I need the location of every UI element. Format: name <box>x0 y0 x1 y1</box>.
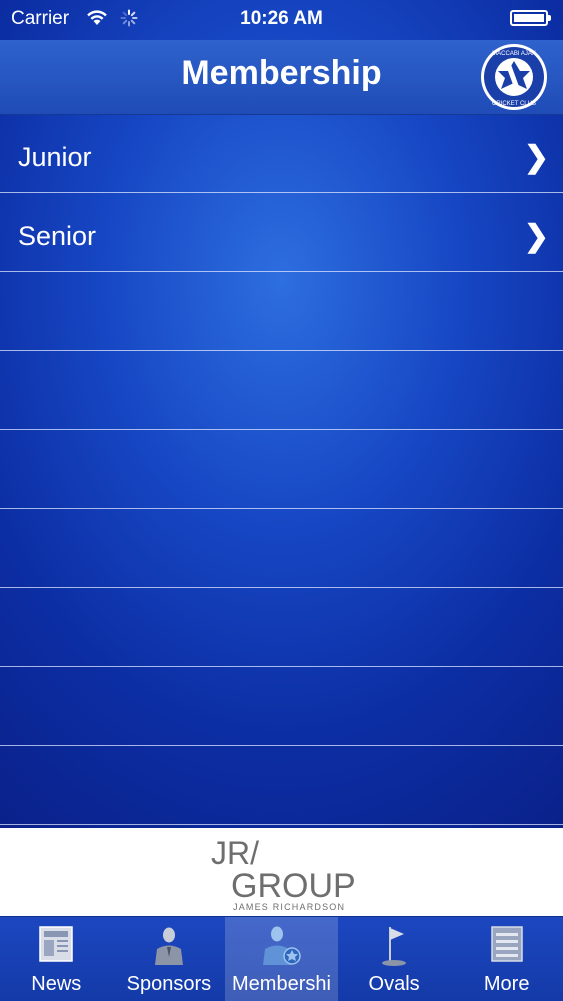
list-item-label: Senior <box>18 221 97 251</box>
chevron-right-icon: ❯ <box>523 141 549 174</box>
battery-icon <box>510 10 551 26</box>
crest-text-bottom: CRICKET CLUB <box>492 101 536 107</box>
clock: 10:26 AM <box>240 8 323 29</box>
club-crest-icon[interactable]: MACCABI AJAX CRICKET CLUB <box>480 43 548 111</box>
membership-screen: Carrier 10:26 AM Membership MACCABI AJAX… <box>0 0 563 1001</box>
tab-bar: News Sponsors Membershi Ovals More <box>0 916 563 1001</box>
sponsor-line2: GROUP <box>231 867 355 905</box>
status-bar: Carrier 10:26 AM <box>0 0 563 40</box>
sponsor-line1: JR/ <box>211 835 259 871</box>
tab-label: Membershi <box>232 973 331 995</box>
sponsor-line3: JAMES RICHARDSON <box>233 902 345 912</box>
empty-row <box>0 272 563 351</box>
list-icon <box>490 926 523 962</box>
list-item-junior[interactable]: Junior ❯ <box>0 114 563 193</box>
chevron-right-icon: ❯ <box>523 220 549 253</box>
member-badge-icon <box>263 926 302 965</box>
page-title: Membership <box>181 54 382 92</box>
empty-row <box>0 351 563 430</box>
flag-icon <box>382 927 407 966</box>
empty-row <box>0 588 563 667</box>
list-item-label: Junior <box>18 142 92 172</box>
tab-membership[interactable]: Membershi <box>225 917 338 1001</box>
tab-ovals[interactable]: Ovals <box>338 917 451 1001</box>
tab-label: Ovals <box>368 973 420 995</box>
jr-group-logo: JR/ GROUP JAMES RICHARDSON <box>211 835 355 912</box>
empty-row <box>0 667 563 746</box>
tab-label: Sponsors <box>126 973 212 995</box>
tab-more[interactable]: More <box>450 917 563 1001</box>
newspaper-icon <box>39 926 74 962</box>
navigation-bar: Membership MACCABI AJAX CRICKET CLUB <box>0 40 563 115</box>
tab-label: More <box>483 973 530 995</box>
crest-text-top: MACCABI AJAX <box>492 51 536 57</box>
person-suit-icon <box>154 927 183 965</box>
empty-row <box>0 509 563 588</box>
empty-row <box>0 430 563 509</box>
tab-sponsors[interactable]: Sponsors <box>113 917 226 1001</box>
list-item-senior[interactable]: Senior ❯ <box>0 193 563 272</box>
empty-row <box>0 746 563 825</box>
sponsor-banner[interactable]: JR/ GROUP JAMES RICHARDSON <box>0 828 563 916</box>
tab-news[interactable]: News <box>0 917 113 1001</box>
tab-label: News <box>31 973 82 995</box>
membership-list: Junior ❯ Senior ❯ <box>0 114 563 825</box>
